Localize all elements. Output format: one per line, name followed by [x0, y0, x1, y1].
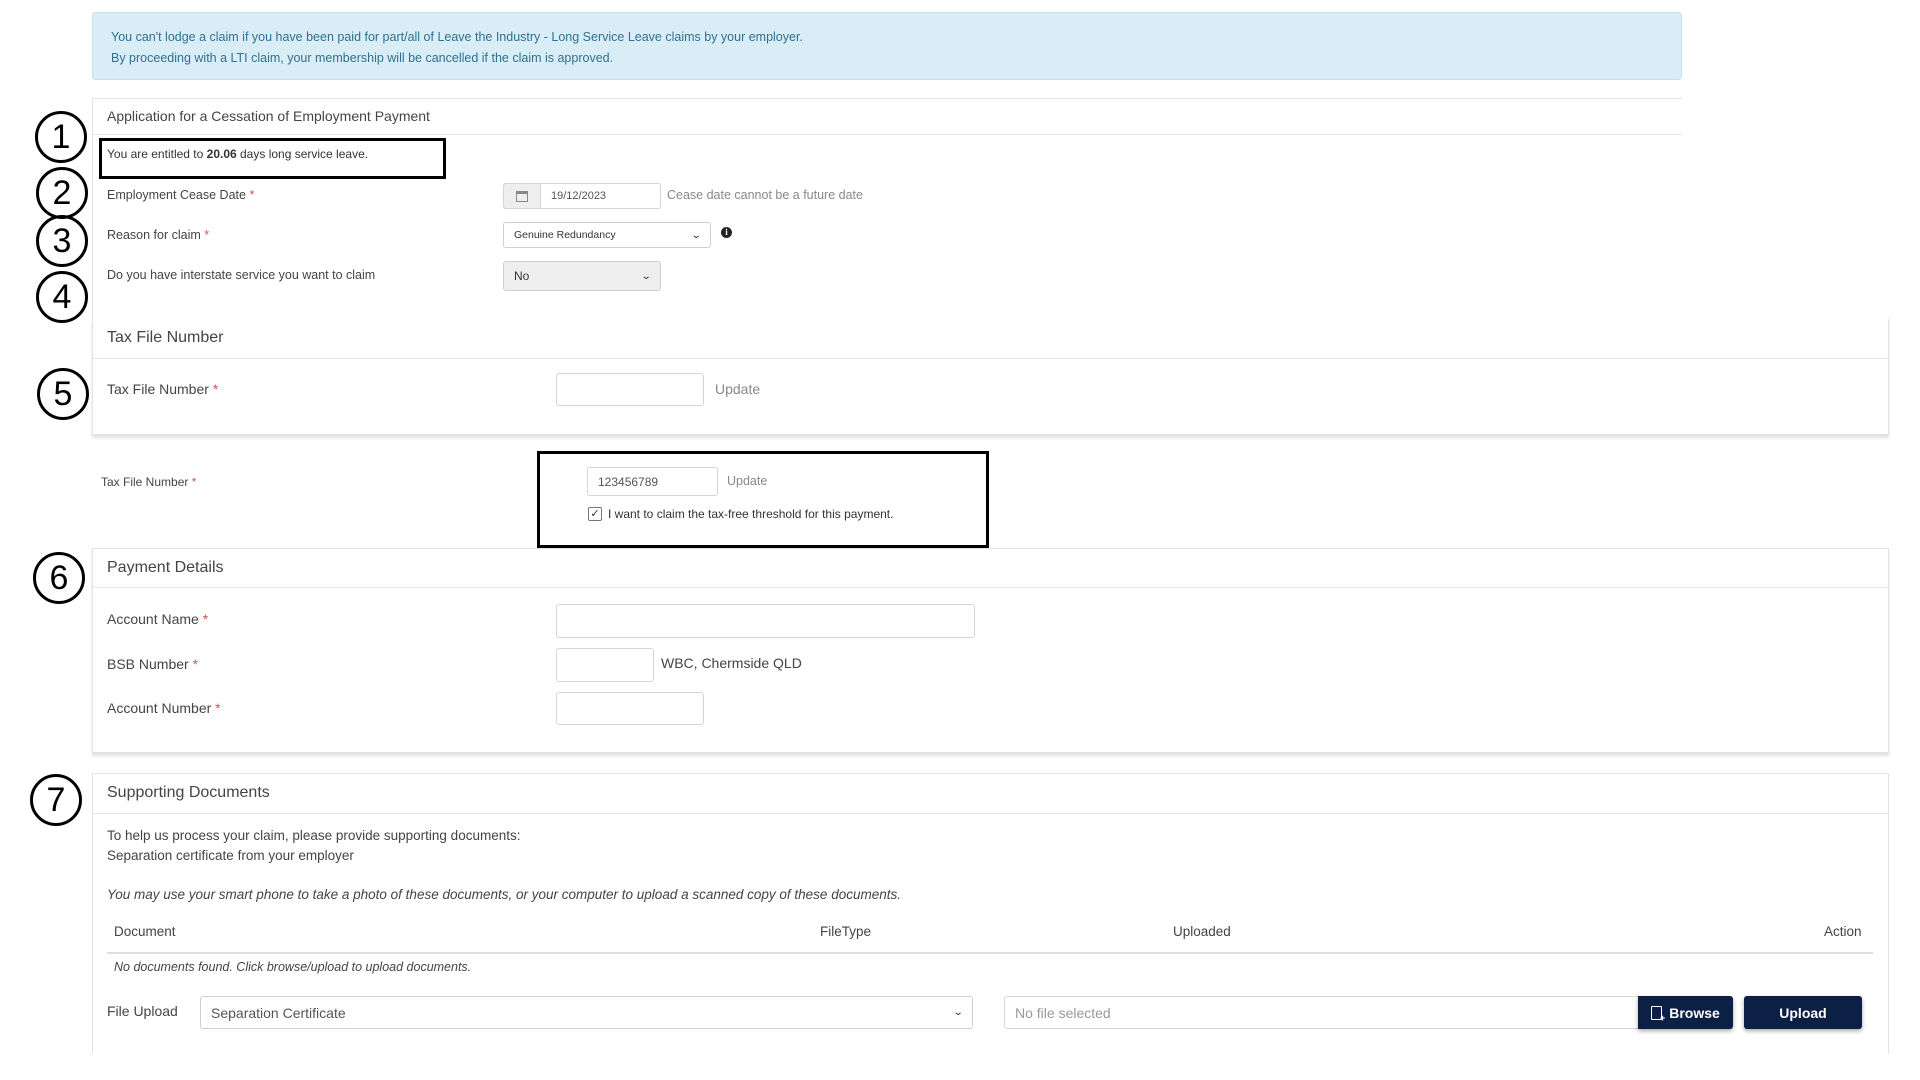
- application-panel: Application for a Cessation of Employmen…: [92, 98, 1682, 320]
- bsb-label: BSB Number *: [107, 656, 199, 672]
- table-header-divider: [107, 952, 1873, 954]
- documents-intro-2: Separation certificate from your employe…: [107, 848, 354, 863]
- payment-title: Payment Details: [107, 559, 224, 576]
- annotation-circle-6: 6: [33, 552, 85, 604]
- annotation-circle-5: 5: [37, 368, 89, 420]
- annotation-circle-3: 3: [36, 215, 88, 267]
- column-uploaded: Uploaded: [1173, 924, 1231, 939]
- file-add-icon: +: [1651, 1005, 1665, 1022]
- document-type-select[interactable]: Separation Certificate ⌄: [200, 996, 973, 1029]
- chevron-down-icon: ⌄: [952, 1007, 964, 1018]
- info-icon[interactable]: i: [721, 227, 732, 238]
- annotation-circle-4: 4: [36, 271, 88, 323]
- documents-hint: You may use your smart phone to take a p…: [107, 887, 901, 902]
- reason-label: Reason for claim *: [107, 228, 210, 242]
- tax-file-label: Tax File Number *: [107, 381, 219, 397]
- cease-date-note: Cease date cannot be a future date: [667, 188, 863, 202]
- application-panel-header: Application for a Cessation of Employmen…: [93, 99, 1682, 135]
- tax-file-panel: Tax File Number: [92, 319, 1889, 435]
- account-number-label: Account Number *: [107, 700, 221, 716]
- interstate-select[interactable]: No ⌄: [503, 261, 661, 291]
- chevron-down-icon: ⌄: [640, 270, 652, 282]
- calendar-icon: [516, 190, 528, 202]
- payment-panel: Payment Details: [92, 548, 1889, 753]
- notice-line-1: You can't lodge a claim if you have been…: [111, 30, 803, 44]
- cease-date-input[interactable]: 19/12/2023: [540, 183, 661, 209]
- account-number-input[interactable]: [556, 692, 704, 725]
- annotation-circle-2: 2: [36, 167, 88, 219]
- tax-file-title: Tax File Number: [107, 329, 224, 346]
- documents-empty-message: No documents found. Click browse/upload …: [114, 960, 472, 974]
- file-selected-input[interactable]: No file selected: [1004, 996, 1644, 1029]
- calendar-button[interactable]: [503, 183, 540, 209]
- documents-intro-1: To help us process your claim, please pr…: [107, 828, 521, 843]
- upload-button[interactable]: Upload: [1744, 996, 1862, 1029]
- interstate-label: Do you have interstate service you want …: [107, 268, 376, 282]
- tax-file-update-link[interactable]: Update: [715, 381, 760, 397]
- file-upload-label: File Upload: [107, 1003, 178, 1019]
- account-name-input[interactable]: [556, 604, 975, 638]
- annotation-circle-1: 1: [35, 111, 87, 163]
- lti-notice: You can't lodge a claim if you have been…: [92, 12, 1682, 80]
- column-action: Action: [1824, 924, 1862, 939]
- reason-select[interactable]: Genuine Redundancy ⌄: [503, 222, 711, 248]
- browse-button[interactable]: + Browse: [1638, 996, 1733, 1029]
- documents-title: Supporting Documents: [107, 784, 270, 801]
- column-filetype: FileType: [820, 924, 872, 939]
- annotation-box-tax-file: [537, 451, 989, 548]
- documents-panel-header: Supporting Documents: [93, 774, 1888, 814]
- annotation-box-entitlement: [99, 138, 446, 179]
- tax-file-panel-header: Tax File Number: [93, 319, 1888, 359]
- annotation-circle-7: 7: [30, 774, 82, 826]
- chevron-down-icon: ⌄: [690, 229, 702, 241]
- tax-file-input[interactable]: [556, 373, 704, 406]
- tax-file-example-label: Tax File Number *: [101, 475, 197, 489]
- account-name-label: Account Name *: [107, 611, 209, 627]
- payment-panel-header: Payment Details: [93, 549, 1888, 588]
- column-document: Document: [114, 924, 176, 939]
- bsb-input[interactable]: [556, 648, 654, 682]
- cease-date-label: Employment Cease Date *: [107, 188, 255, 202]
- application-title: Application for a Cessation of Employmen…: [107, 108, 430, 124]
- bsb-bank-info: WBC, Chermside QLD: [661, 655, 802, 671]
- notice-line-2: By proceeding with a LTI claim, your mem…: [111, 51, 614, 65]
